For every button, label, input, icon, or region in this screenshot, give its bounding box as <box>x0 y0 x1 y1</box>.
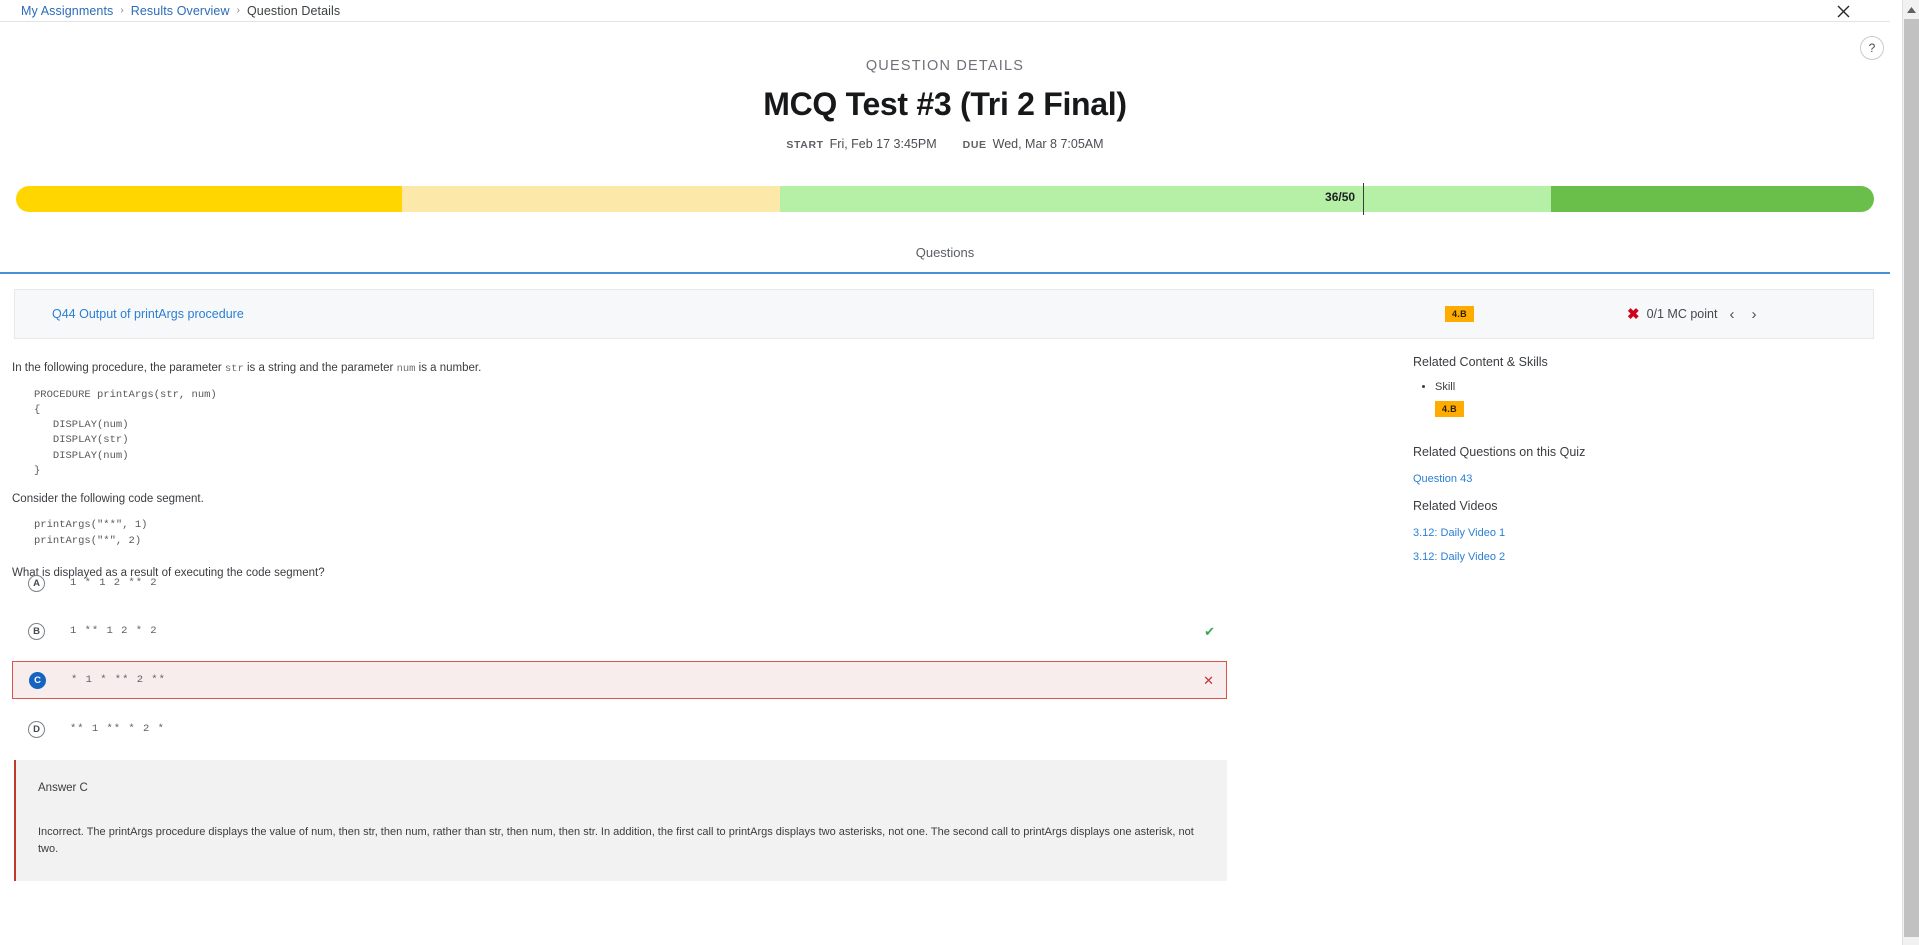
question-intro-part2: is a string and the parameter <box>243 362 397 374</box>
score-progress-bar <box>16 186 1874 212</box>
x-mark-icon: ✖ <box>1627 305 1640 323</box>
prev-question-icon[interactable]: ‹ <box>1724 307 1739 322</box>
breadcrumb-item-results-overview[interactable]: Results Overview <box>131 4 230 18</box>
skill-list: Skill <box>1435 381 1843 393</box>
choice-bubble-b[interactable]: B <box>28 622 45 640</box>
progress-segment-low <box>16 186 403 212</box>
score-marker-line <box>1363 183 1365 215</box>
choice-c[interactable]: C * 1 * ** 2 ** ✕ <box>12 661 1227 699</box>
question-title-link[interactable]: Q44 Output of printArgs procedure <box>52 307 244 321</box>
choice-a[interactable]: A 1 * 1 2 ** 2 <box>12 565 1227 601</box>
choice-d[interactable]: D ** 1 ** * 2 * <box>12 711 1227 747</box>
breadcrumb: My Assignments › Results Overview › Ques… <box>0 4 340 18</box>
page-header: QUESTION DETAILS MCQ Test #3 (Tri 2 Fina… <box>0 0 1890 151</box>
choice-text-a: 1 * 1 2 ** 2 <box>70 577 158 589</box>
explanation-body: Incorrect. The printArgs procedure displ… <box>38 826 1194 855</box>
related-videos-heading: Related Videos <box>1413 499 1498 513</box>
choice-text-d: ** 1 ** * 2 * <box>70 723 165 735</box>
vertical-scrollbar[interactable] <box>1902 0 1919 945</box>
tab-bar: Questions <box>0 240 1890 274</box>
related-content-heading: Related Content & Skills <box>1413 355 1548 369</box>
related-question-link[interactable]: Question 43 <box>1413 473 1843 485</box>
code-block-segment: printArgs("**", 1) printArgs("*", 2) <box>34 519 148 547</box>
breadcrumb-item-my-assignments[interactable]: My Assignments <box>21 4 113 18</box>
choice-bubble-d[interactable]: D <box>28 720 45 738</box>
related-video-link-2[interactable]: 3.12: Daily Video 2 <box>1413 551 1843 563</box>
answer-explanation: Answer C Incorrect. The printArgs proced… <box>14 760 1227 881</box>
scroll-up-icon[interactable] <box>1903 0 1919 17</box>
next-question-icon[interactable]: › <box>1746 307 1761 322</box>
choice-text-b: 1 ** 1 2 * 2 <box>70 625 158 637</box>
related-questions-heading: Related Questions on this Quiz <box>1413 445 1586 459</box>
progress-segment-high <box>1550 186 1874 212</box>
due-value: Wed, Mar 8 7:05AM <box>992 137 1104 151</box>
related-sidebar: Related Content & Skills Skill 4.B Relat… <box>1413 355 1843 575</box>
question-score-text: 0/1 MC point <box>1646 307 1718 321</box>
page-eyebrow: QUESTION DETAILS <box>865 58 1025 74</box>
tab-questions[interactable]: Questions <box>916 245 975 260</box>
progress-segment-mid-low <box>402 186 780 212</box>
start-label: START <box>786 139 824 151</box>
score-label: 36/50 <box>1325 190 1356 204</box>
breadcrumb-item-question-details: Question Details <box>246 3 341 18</box>
skill-list-item: Skill <box>1435 381 1843 393</box>
question-intro-part3: is a number. <box>415 362 482 374</box>
answer-choices: A 1 * 1 2 ** 2 B 1 ** 1 2 * 2 ✔ C * 1 * … <box>12 565 1227 759</box>
close-icon[interactable] <box>1830 0 1856 22</box>
choice-text-c: * 1 * ** 2 ** <box>71 674 166 686</box>
question-body: In the following procedure, the paramete… <box>12 360 1227 582</box>
question-intro: In the following procedure, the paramete… <box>12 360 1227 378</box>
check-mark-icon: ✔ <box>1204 623 1215 639</box>
question-score-group: ✖ 0/1 MC point ‹ › <box>1627 307 1761 322</box>
code-block-procedure: PROCEDURE printArgs(str, num) { DISPLAY(… <box>34 388 217 477</box>
choice-bubble-c[interactable]: C <box>29 671 46 689</box>
progress-segment-mid-high <box>779 186 1551 212</box>
param-num-code: num <box>396 363 416 375</box>
start-value: Fri, Feb 17 3:45PM <box>829 137 937 151</box>
scrollbar-thumb[interactable] <box>1904 19 1919 937</box>
page-title: MCQ Test #3 (Tri 2 Final) <box>763 86 1127 122</box>
choice-b[interactable]: B 1 ** 1 2 * 2 ✔ <box>12 613 1227 649</box>
help-icon[interactable]: ? <box>1860 36 1884 60</box>
top-breadcrumb-bar: My Assignments › Results Overview › Ques… <box>0 0 1890 22</box>
breadcrumb-separator-icon: › <box>120 5 124 16</box>
due-label: DUE <box>962 139 987 151</box>
question-header-card: Q44 Output of printArgs procedure 4.B ✖ … <box>14 289 1874 339</box>
choice-bubble-a[interactable]: A <box>28 574 45 592</box>
sidebar-skill-badge: 4.B <box>1435 401 1464 417</box>
x-mark-icon: ✕ <box>1203 672 1214 688</box>
param-str-code: str <box>224 363 244 375</box>
question-intro-part1: In the following procedure, the paramete… <box>12 362 225 374</box>
breadcrumb-separator-icon: › <box>236 5 240 16</box>
related-video-link-1[interactable]: 3.12: Daily Video 1 <box>1413 527 1843 539</box>
consider-text: Consider the following code segment. <box>12 493 204 506</box>
skill-badge: 4.B <box>1445 306 1474 322</box>
explanation-answer-label: Answer C <box>38 782 88 794</box>
assignment-dates: START Fri, Feb 17 3:45PM DUE Wed, Mar 8 … <box>0 137 1890 151</box>
